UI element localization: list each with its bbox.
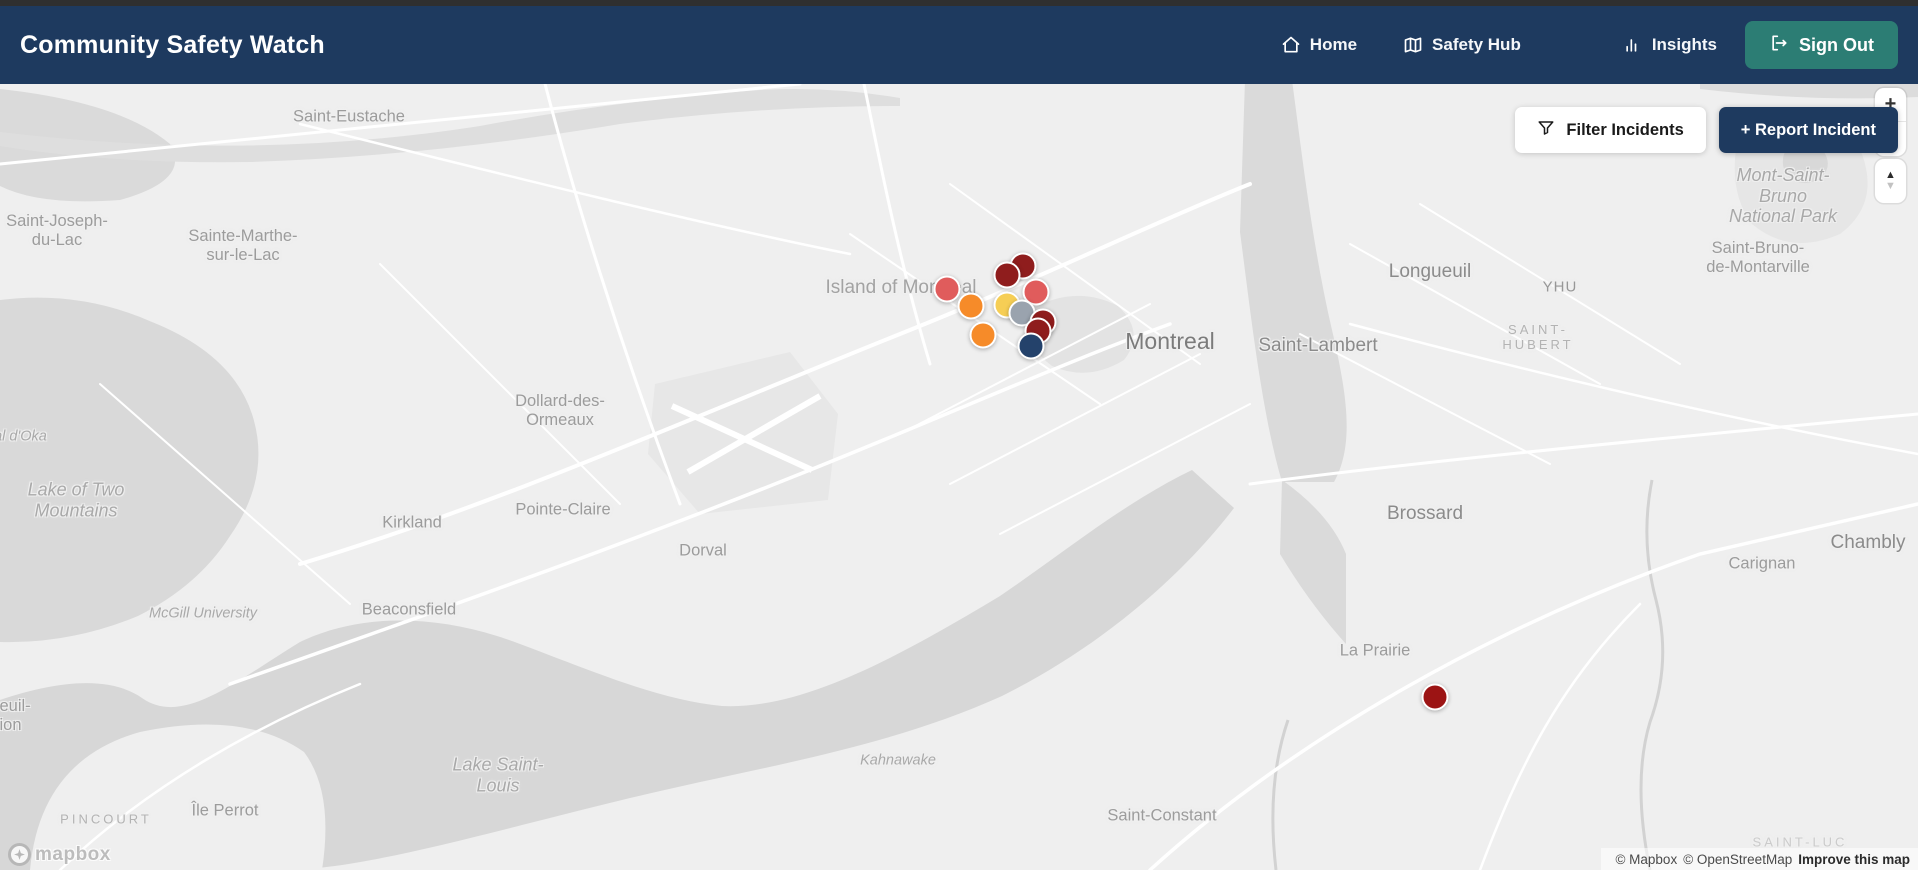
bar-chart-icon bbox=[1623, 35, 1643, 55]
map-pitch-control: ▲ ▼ bbox=[1875, 159, 1906, 203]
map-attribution: © Mapbox © OpenStreetMap Improve this ma… bbox=[1601, 848, 1918, 870]
browser-chrome-strip bbox=[0, 0, 1918, 6]
incident-marker[interactable] bbox=[993, 261, 1021, 289]
nav-item-safety-hub[interactable]: Safety Hub bbox=[1403, 35, 1521, 55]
filter-incidents-button[interactable]: Filter Incidents bbox=[1515, 107, 1706, 153]
improve-map-link[interactable]: Improve this map bbox=[1798, 852, 1910, 867]
incident-marker[interactable] bbox=[957, 292, 985, 320]
filter-incidents-label: Filter Incidents bbox=[1566, 120, 1684, 139]
report-incident-button[interactable]: + Report Incident bbox=[1718, 107, 1898, 153]
basemap-artwork bbox=[0, 84, 1918, 870]
sign-out-icon bbox=[1769, 33, 1789, 58]
nav-item-insights[interactable]: Insights bbox=[1623, 35, 1717, 55]
funnel-icon bbox=[1537, 119, 1555, 142]
main-nav: Home Safety Hub Insights bbox=[1281, 35, 1717, 55]
sign-out-button[interactable]: Sign Out bbox=[1745, 21, 1898, 69]
sign-out-label: Sign Out bbox=[1799, 34, 1874, 55]
app-header: Community Safety Watch Home Safety Hub Ins… bbox=[0, 6, 1918, 84]
mapbox-pin-icon bbox=[8, 843, 31, 866]
home-icon bbox=[1281, 35, 1301, 55]
incident-marker[interactable] bbox=[1017, 332, 1045, 360]
nav-item-label: Safety Hub bbox=[1432, 35, 1521, 54]
map-toolbar: Filter Incidents + Report Incident bbox=[1515, 107, 1898, 153]
mapbox-logo[interactable]: mapbox bbox=[8, 843, 111, 866]
incident-marker[interactable] bbox=[933, 275, 961, 303]
attribution-osm-link[interactable]: © OpenStreetMap bbox=[1683, 852, 1792, 867]
nav-item-label: Home bbox=[1309, 35, 1358, 54]
incident-marker[interactable] bbox=[969, 321, 997, 349]
nav-item-label: Insights bbox=[1651, 35, 1717, 54]
mapbox-wordmark: mapbox bbox=[35, 843, 111, 865]
incident-marker[interactable] bbox=[1421, 683, 1449, 711]
nav-item-home[interactable]: Home bbox=[1281, 35, 1357, 55]
pitch-down-button[interactable]: ▼ bbox=[1885, 181, 1896, 192]
attribution-mapbox-link[interactable]: © Mapbox bbox=[1615, 852, 1677, 867]
app-title: Community Safety Watch bbox=[20, 30, 325, 59]
map-canvas[interactable]: Saint-Eustache Saint-Joseph- du-Lac Sainte… bbox=[0, 84, 1918, 870]
map-icon bbox=[1403, 35, 1423, 55]
